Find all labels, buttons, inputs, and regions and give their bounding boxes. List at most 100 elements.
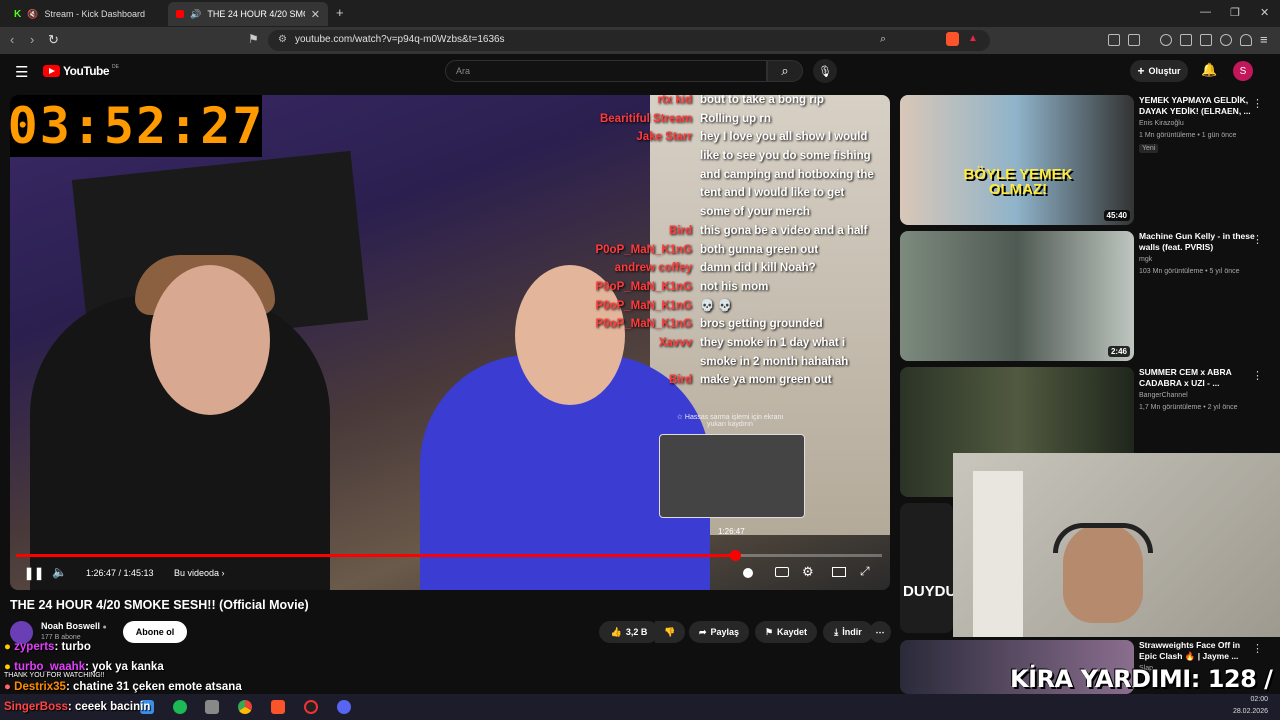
address-bar[interactable]: youtube.com/watch?v=p94q-m0Wzbs&t=1636s …: [268, 30, 990, 51]
vpn-icon[interactable]: [1240, 34, 1252, 46]
video-chat-overlay: rtx kid bout to take a bong rip Bearitiful…: [590, 95, 890, 390]
video-player[interactable]: 03:52:27 rtx kid bout to take a bong rip B…: [10, 95, 890, 590]
wallet-icon[interactable]: [1200, 34, 1212, 46]
chat-username: P0oP_MaN_K1nG: [595, 243, 692, 256]
new-tab-button[interactable]: +: [336, 5, 344, 20]
rec-title[interactable]: Machine Gun Kelly - in these walls (feat…: [1139, 231, 1257, 253]
recommendation-item[interactable]: 2:46 Machine Gun Kelly - in these walls …: [900, 231, 1270, 361]
chat-text: : chatine 31 çeken emote atsana: [65, 681, 242, 693]
site-info-icon[interactable]: ⚙: [278, 34, 287, 45]
chat-line: P0oP_MaN_K1nG 💀 💀: [590, 297, 890, 316]
more-icon[interactable]: ⋮: [1252, 369, 1263, 382]
volume-icon[interactable]: 🔈: [52, 565, 67, 579]
restore-icon[interactable]: ❐: [1230, 6, 1240, 19]
dislike-button[interactable]: 👎: [655, 621, 685, 643]
minimize-icon[interactable]: —: [1200, 6, 1211, 18]
calculator-icon[interactable]: [205, 700, 219, 714]
subtitles-icon[interactable]: [775, 567, 789, 577]
chat-message-text: this gona be a video and a half: [700, 224, 868, 237]
settings-icon[interactable]: ⚙: [802, 564, 814, 580]
save-button[interactable]: ⚑ Kaydet: [755, 621, 817, 643]
search-input[interactable]: Ara: [445, 60, 767, 82]
taskbar: 02:00 28.02.2026: [0, 694, 1280, 720]
progress-knob[interactable]: [729, 550, 741, 561]
music-icon[interactable]: [1160, 34, 1172, 46]
rec-channel[interactable]: mgk: [1139, 256, 1152, 263]
like-button[interactable]: 👍 3,2 B: [599, 621, 659, 643]
miniplayer-icon[interactable]: [832, 567, 846, 577]
avatar[interactable]: S: [1233, 61, 1253, 81]
stream-chat-overlay: ● zyperts: turbo ● turbo_waahk: yok ya k…: [0, 641, 890, 694]
video-thumbnail[interactable]: 2:46: [900, 231, 1134, 361]
voice-search-button[interactable]: 🎙: [813, 59, 837, 83]
tab-youtube[interactable]: 🔊 THE 24 HOUR 4/20 SMOKE S... ✕: [168, 2, 328, 26]
autoplay-toggle[interactable]: [743, 568, 753, 578]
brave-icon[interactable]: [271, 700, 285, 714]
pause-icon[interactable]: ❚❚: [24, 566, 44, 580]
fullscreen-icon[interactable]: ⤢: [860, 564, 870, 579]
download-icon: ⤓: [834, 626, 839, 637]
hamburger-icon[interactable]: ☰: [15, 63, 28, 81]
chat-message-text: Rolling up rn: [700, 112, 771, 125]
extension-icon[interactable]: [1108, 34, 1120, 46]
video-thumbnail[interactable]: BÖYLE YEMEK OLMAZ! 45:40: [900, 95, 1134, 225]
brave-shield-icon[interactable]: [946, 32, 959, 46]
youtube-logo[interactable]: YouTube DE: [43, 64, 119, 78]
tab-kick-dashboard[interactable]: K 🔇 Stream - Kick Dashboard: [6, 2, 166, 26]
share-button[interactable]: ➦ Paylaş: [689, 621, 749, 643]
rec-title[interactable]: SUMMER CEM x ABRA CADABRA x UZI - ...: [1139, 367, 1257, 389]
download-button[interactable]: ⤓ İndir: [823, 621, 873, 643]
search-icon: ⌕: [781, 63, 789, 78]
chat-username: Bird: [669, 374, 692, 387]
recommendation-item[interactable]: BÖYLE YEMEK OLMAZ! 45:40 YEMEK YAPMAYA G…: [900, 95, 1270, 225]
video-thumbnail[interactable]: DUYDU İNANA: [900, 503, 953, 633]
badge-icon: ●: [4, 681, 11, 693]
more-icon[interactable]: ⋮: [1252, 642, 1263, 655]
chat-line: tent and I would like to get: [590, 184, 890, 203]
chat-message-text: and camping and hotboxing the: [700, 168, 874, 181]
bookmark-icon[interactable]: ⚑: [248, 32, 259, 46]
discord-icon[interactable]: [337, 700, 351, 714]
chrome-icon[interactable]: [238, 700, 252, 714]
zoom-icon[interactable]: ⌕: [880, 33, 886, 46]
chat-username: rtx kid: [657, 95, 692, 106]
brave-rewards-icon[interactable]: ▲: [968, 33, 978, 44]
subscribe-button[interactable]: Abone ol: [123, 621, 187, 643]
chat-username: P0oP_MaN_K1nG: [595, 280, 692, 293]
scrub-preview-time: 1:26:47: [718, 527, 745, 536]
tab-close-icon[interactable]: ✕: [311, 8, 320, 21]
obs-icon[interactable]: [304, 700, 318, 714]
kick-icon: K: [14, 8, 22, 20]
extension-icon[interactable]: [1128, 34, 1140, 46]
chat-user: SingerBoss: [4, 701, 68, 713]
menu-icon[interactable]: ≡: [1260, 32, 1268, 47]
rec-channel[interactable]: Enis Kirazoğlu: [1139, 120, 1184, 127]
chapter-button[interactable]: Bu videoda ›: [174, 568, 225, 578]
rec-title[interactable]: Strawweights Face Off in Epic Clash 🔥 | …: [1139, 640, 1257, 662]
reload-icon[interactable]: ↻: [48, 32, 59, 48]
more-icon[interactable]: ⋮: [1252, 233, 1263, 246]
search-placeholder: Ara: [456, 66, 471, 76]
clock-date: 28.02.2026: [1232, 708, 1268, 715]
create-button[interactable]: + Oluştur: [1130, 60, 1188, 82]
bell-icon[interactable]: 🔔: [1201, 62, 1217, 78]
audio-icon: 🔊: [190, 8, 202, 19]
thumbnail-text: BÖYLE YEMEK OLMAZ!: [963, 166, 1073, 198]
channel-name[interactable]: Noah Boswell ●: [41, 621, 107, 631]
more-icon[interactable]: ⋮: [1252, 97, 1263, 110]
chat-user: zyperts: [14, 641, 55, 653]
download-label: İndir: [842, 627, 862, 637]
search-button[interactable]: ⌕: [767, 60, 803, 82]
close-window-icon[interactable]: ✕: [1260, 6, 1269, 19]
chat-message: ● Destrix35: chatine 31 çeken emote atsa…: [4, 681, 242, 693]
sidebar-icon[interactable]: [1180, 34, 1192, 46]
chat-username: andrew coffey: [614, 262, 692, 275]
forward-icon[interactable]: ›: [30, 32, 34, 47]
rec-channel[interactable]: BangerChannel: [1139, 392, 1188, 399]
back-icon[interactable]: ‹: [10, 32, 14, 47]
more-actions-button[interactable]: ⋯: [869, 621, 891, 643]
rec-title[interactable]: YEMEK YAPMAYA GELDİK, DAYAK YEDİK! (ELRA…: [1139, 95, 1257, 117]
spotify-icon[interactable]: [173, 700, 187, 714]
progress-bar[interactable]: [16, 550, 882, 561]
ai-icon[interactable]: [1220, 34, 1232, 46]
